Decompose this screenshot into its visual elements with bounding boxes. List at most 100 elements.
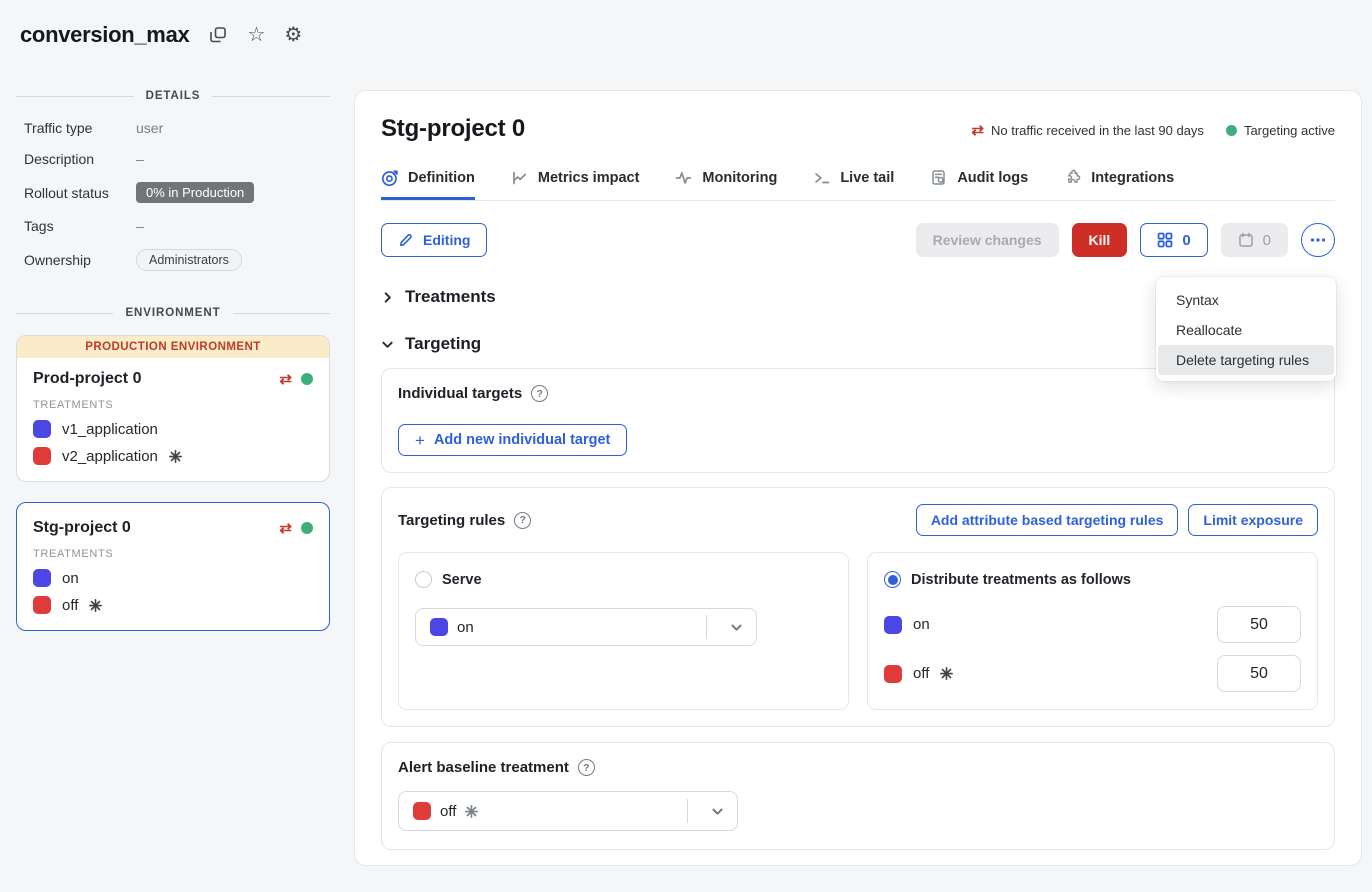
- tab-monitoring[interactable]: Monitoring: [675, 169, 777, 200]
- more-actions-button[interactable]: [1301, 223, 1335, 257]
- distribution-row-off: off: [884, 655, 1301, 692]
- distribution-percent-input-off[interactable]: [1217, 655, 1301, 692]
- tab-label: Metrics impact: [538, 170, 640, 186]
- divider-line: [212, 96, 330, 97]
- details-header-label: DETAILS: [146, 90, 201, 102]
- tab-label: Integrations: [1091, 170, 1174, 186]
- review-changes-button[interactable]: Review changes: [916, 223, 1059, 257]
- more-actions-menu: Syntax Reallocate Delete targeting rules: [1156, 277, 1336, 381]
- individual-targets-title-row: Individual targets ?: [398, 385, 1318, 402]
- treatment-row: on: [33, 569, 313, 587]
- kill-button[interactable]: Kill: [1072, 223, 1128, 257]
- baseline-asterisk-icon: [940, 667, 953, 680]
- individual-targets-card: Individual targets ? + Add new individua…: [381, 368, 1335, 473]
- rules-count-button[interactable]: 0: [1140, 223, 1207, 257]
- sidebar: DETAILS Traffic type user Description – …: [0, 78, 346, 631]
- pencil-icon: [398, 232, 414, 248]
- environment-detail-panel: Stg-project 0 ⇄ No traffic received in t…: [354, 90, 1362, 866]
- targeting-section-label: Targeting: [405, 334, 481, 354]
- chevron-down-icon[interactable]: [697, 804, 737, 819]
- env-card-name: Prod-project 0: [33, 370, 141, 388]
- alert-baseline-select[interactable]: off: [398, 791, 738, 831]
- tab-bar: Definition Metrics impact Monitoring: [381, 169, 1335, 201]
- env-card-icons: ⇄: [279, 372, 313, 387]
- gear-icon[interactable]: ⚙: [284, 25, 302, 45]
- targeting-active-dot-icon: [301, 522, 313, 534]
- serve-treatment-value: on: [457, 619, 474, 636]
- ownership-pill[interactable]: Administrators: [136, 249, 242, 271]
- star-icon[interactable]: ☆: [247, 25, 265, 45]
- treatments-label: TREATMENTS: [33, 399, 313, 411]
- target-icon: [381, 169, 399, 187]
- traffic-status: ⇄ No traffic received in the last 90 day…: [971, 123, 1204, 138]
- divider-line: [16, 96, 134, 97]
- tab-definition[interactable]: Definition: [381, 169, 475, 200]
- help-icon[interactable]: ?: [578, 759, 595, 776]
- toolbar: Editing Review changes Kill 0: [381, 223, 1335, 257]
- environment-header-label: ENVIRONMENT: [125, 307, 220, 319]
- production-environment-banner: PRODUCTION ENVIRONMENT: [17, 336, 329, 358]
- distribution-percent-input-on[interactable]: [1217, 606, 1301, 643]
- serve-treatment-select[interactable]: on: [415, 608, 757, 646]
- tab-live-tail[interactable]: Live tail: [813, 169, 894, 200]
- menu-item-delete-targeting-rules[interactable]: Delete targeting rules: [1158, 345, 1334, 375]
- editing-button[interactable]: Editing: [381, 223, 487, 257]
- alert-baseline-title-row: Alert baseline treatment ?: [398, 759, 1318, 776]
- treatment-color-swatch: [413, 802, 431, 820]
- distribute-option-card: Distribute treatments as follows on off: [867, 552, 1318, 710]
- help-icon[interactable]: ?: [531, 385, 548, 402]
- add-individual-target-button[interactable]: + Add new individual target: [398, 424, 627, 456]
- environment-card-stg[interactable]: Stg-project 0 ⇄ TREATMENTS on off: [16, 502, 330, 631]
- distribute-radio-row[interactable]: Distribute treatments as follows: [884, 571, 1301, 588]
- env-card-title-row: Stg-project 0 ⇄: [33, 519, 313, 537]
- distribution-treatment-name: on: [913, 616, 930, 633]
- treatment-name: v2_application: [62, 448, 158, 465]
- dropdown-divider: [687, 799, 688, 823]
- environment-section-header: ENVIRONMENT: [16, 307, 330, 319]
- distribute-radio[interactable]: [884, 571, 901, 588]
- tab-integrations[interactable]: Integrations: [1064, 169, 1174, 200]
- env-card-body: Prod-project 0 ⇄ TREATMENTS v1_applicati…: [17, 358, 329, 481]
- treatment-color-swatch: [33, 596, 51, 614]
- details-section-header: DETAILS: [16, 90, 330, 102]
- tab-metrics-impact[interactable]: Metrics impact: [511, 169, 640, 200]
- puzzle-icon: [1064, 169, 1082, 187]
- rules-count: 0: [1182, 232, 1190, 249]
- treatment-name: v1_application: [62, 421, 158, 438]
- treatment-row: v1_application: [33, 420, 313, 438]
- app-header: conversion_max ☆ ⚙: [20, 22, 302, 48]
- targeting-rules-title: Targeting rules: [398, 512, 505, 529]
- help-icon[interactable]: ?: [514, 512, 531, 529]
- divider-line: [233, 313, 330, 314]
- line-chart-icon: [511, 169, 529, 187]
- toolbar-right-group: Review changes Kill 0: [916, 223, 1335, 257]
- tab-audit-logs[interactable]: Audit logs: [930, 169, 1028, 200]
- alert-baseline-title: Alert baseline treatment: [398, 759, 569, 776]
- chevron-down-icon[interactable]: [716, 620, 756, 635]
- serve-option-card: Serve on: [398, 552, 849, 710]
- grid-icon: [1157, 232, 1173, 248]
- targeting-status: Targeting active: [1226, 123, 1335, 138]
- chevron-right-icon: [381, 291, 394, 304]
- menu-item-reallocate[interactable]: Reallocate: [1158, 315, 1334, 345]
- limit-exposure-button[interactable]: Limit exposure: [1188, 504, 1318, 536]
- divider-line: [16, 313, 113, 314]
- no-traffic-swap-icon: ⇄: [279, 521, 292, 536]
- serve-radio-row[interactable]: Serve: [415, 571, 832, 588]
- baseline-asterisk-icon: [89, 599, 102, 612]
- add-attribute-rules-button[interactable]: Add attribute based targeting rules: [916, 504, 1179, 536]
- treatment-color-swatch: [430, 618, 448, 636]
- detail-label-ownership: Ownership: [24, 252, 136, 268]
- env-card-icons: ⇄: [279, 521, 313, 536]
- serve-radio[interactable]: [415, 571, 432, 588]
- copy-icon[interactable]: [208, 25, 228, 45]
- treatment-row: v2_application: [33, 447, 313, 465]
- distribution-row-on: on: [884, 606, 1301, 643]
- pulse-icon: [675, 169, 693, 187]
- schedule-count-button[interactable]: 0: [1221, 223, 1288, 257]
- menu-item-syntax[interactable]: Syntax: [1158, 285, 1334, 315]
- no-traffic-swap-icon: ⇄: [971, 123, 984, 138]
- add-individual-target-label: Add new individual target: [434, 432, 610, 448]
- review-changes-label: Review changes: [933, 232, 1042, 248]
- environment-card-prod[interactable]: PRODUCTION ENVIRONMENT Prod-project 0 ⇄ …: [16, 335, 330, 482]
